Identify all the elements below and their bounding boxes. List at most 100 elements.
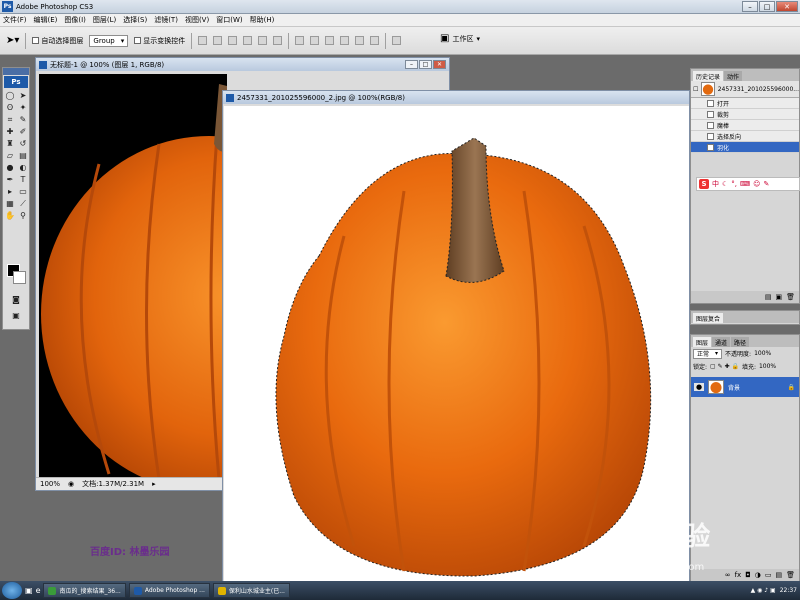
menu-help[interactable]: 帮助(H) — [250, 15, 275, 25]
zoom-level[interactable]: 100% — [40, 480, 60, 488]
eyedropper2-tool-icon[interactable]: ⟋ — [17, 198, 29, 209]
history-item[interactable]: 选择反向 — [691, 131, 799, 142]
ime-moon-icon[interactable]: ☾ — [722, 180, 728, 188]
distribute-left-icon[interactable] — [340, 36, 350, 45]
close-button[interactable]: ✕ — [433, 60, 446, 69]
auto-select-dropdown[interactable]: Group ▾ — [89, 34, 129, 47]
move-tool-icon[interactable]: ➤▾ — [6, 35, 19, 46]
folder-icon[interactable]: ▭ — [765, 571, 772, 579]
photoshop-logo-icon[interactable]: Ps — [4, 76, 28, 88]
history-snapshot[interactable]: ☐ 2457331_201025596000... — [691, 81, 799, 98]
menu-filter[interactable]: 滤镜(T) — [154, 15, 178, 25]
screen-mode-icon[interactable]: ▣ — [10, 310, 22, 321]
trash-icon[interactable]: 🗑 — [786, 293, 795, 301]
document-title-bar[interactable]: 无标题-1 @ 100% (图层 1, RGB/8) — [36, 58, 449, 71]
adjustment-icon[interactable]: ◑ — [755, 571, 761, 579]
document-title-bar[interactable]: 2457331_201025596000_2.jpg @ 100%(RGB/8) — [223, 91, 689, 104]
tab-paths[interactable]: 路径 — [731, 337, 750, 347]
clone-stamp-tool-icon[interactable]: ♜ — [4, 138, 16, 149]
gradient-tool-icon[interactable]: ▤ — [17, 150, 29, 161]
distribute-top-icon[interactable] — [295, 36, 305, 45]
lock-icons[interactable]: ▢ ✎ ✚ 🔒 — [710, 363, 739, 370]
history-item[interactable]: 裁剪 — [691, 109, 799, 120]
marquee-tool-icon[interactable]: ◯ — [4, 90, 16, 101]
menu-window[interactable]: 窗口(W) — [216, 15, 242, 25]
align-right-icon[interactable] — [273, 36, 283, 45]
auto-align-icon[interactable] — [392, 36, 402, 45]
opacity-value[interactable]: 100% — [754, 350, 771, 357]
maximize-button[interactable]: □ — [759, 1, 775, 12]
distribute-hcenter-icon[interactable] — [355, 36, 365, 45]
hand-tool-icon[interactable]: ✋ — [4, 210, 16, 221]
background-color-swatch[interactable] — [13, 271, 26, 284]
file-browser-icon[interactable]: ▣ — [440, 33, 449, 44]
align-bottom-icon[interactable] — [228, 36, 238, 45]
tab-history[interactable]: 历史记录 — [693, 71, 724, 81]
maximize-button[interactable]: □ — [419, 60, 432, 69]
brush-tool-icon[interactable]: ✐ — [17, 126, 29, 137]
ime-user-icon[interactable]: ☺ — [753, 180, 760, 188]
healing-tool-icon[interactable]: ✚ — [4, 126, 16, 137]
minimize-button[interactable]: – — [405, 60, 418, 69]
new-document-icon[interactable]: ▤ — [765, 293, 772, 301]
minimize-button[interactable]: – — [742, 1, 758, 12]
camera-icon[interactable]: ▣ — [775, 293, 782, 301]
align-hcenter-icon[interactable] — [258, 36, 268, 45]
auto-select-checkbox[interactable] — [32, 37, 40, 44]
history-brush-tool-icon[interactable]: ↺ — [17, 138, 29, 149]
status-menu-icon[interactable]: ▸ — [152, 480, 156, 488]
menu-edit[interactable]: 编辑(E) — [34, 15, 58, 25]
distribute-vcenter-icon[interactable] — [310, 36, 320, 45]
path-selection-tool-icon[interactable]: ▸ — [4, 186, 16, 197]
eye-icon[interactable]: ● — [694, 383, 704, 391]
lasso-tool-icon[interactable]: ʘ — [4, 102, 16, 113]
quicklaunch-explorer-icon[interactable]: ▣ — [25, 586, 33, 595]
quick-mask-icon[interactable]: ◙ — [10, 294, 22, 305]
align-vcenter-icon[interactable] — [213, 36, 223, 45]
quicklaunch-ie-icon[interactable]: e — [36, 586, 41, 595]
align-left-icon[interactable] — [243, 36, 253, 45]
type-tool-icon[interactable]: T — [17, 174, 29, 185]
document-canvas[interactable] — [39, 74, 227, 479]
toolbox-header[interactable] — [3, 68, 29, 75]
ime-tool-icon[interactable]: ✎ — [763, 180, 769, 188]
close-button[interactable]: ✕ — [776, 1, 798, 12]
history-item[interactable]: 魔棒 — [691, 120, 799, 131]
tray-icons[interactable]: ▲ ◉ ♪ ▣ — [751, 587, 776, 594]
eyedropper-tool-icon[interactable]: ✎ — [17, 114, 29, 125]
ime-mode[interactable]: 中 — [712, 179, 719, 189]
move-tool-icon[interactable]: ➤ — [17, 90, 29, 101]
start-button[interactable] — [2, 582, 22, 599]
ime-punct-icon[interactable]: °, — [731, 180, 737, 188]
distribute-bottom-icon[interactable] — [325, 36, 335, 45]
menu-select[interactable]: 选择(S) — [123, 15, 147, 25]
dodge-tool-icon[interactable]: ◐ — [17, 162, 29, 173]
tab-layer-comps[interactable]: 图层复合 — [693, 313, 724, 323]
pen-tool-icon[interactable]: ✒ — [4, 174, 16, 185]
checkbox-icon[interactable]: ☐ — [693, 86, 698, 93]
tab-actions[interactable]: 动作 — [724, 71, 743, 81]
shape-tool-icon[interactable]: ▭ — [17, 186, 29, 197]
taskbar-item-browser[interactable]: 南瓜的_搜索结果_36... — [43, 583, 126, 598]
fill-value[interactable]: 100% — [759, 363, 776, 370]
document-canvas[interactable] — [224, 106, 689, 582]
distribute-right-icon[interactable] — [370, 36, 380, 45]
layer-row-background[interactable]: ● 背景 🔒 — [691, 377, 799, 397]
show-transform-checkbox[interactable] — [134, 37, 142, 44]
sogou-logo-icon[interactable]: S — [699, 179, 709, 189]
crop-tool-icon[interactable]: ⌗ — [4, 114, 16, 125]
fx-icon[interactable]: fx — [735, 571, 742, 579]
history-item[interactable]: 打开 — [691, 98, 799, 109]
ime-keyboard-icon[interactable]: ⌨ — [740, 180, 750, 188]
tab-channels[interactable]: 通道 — [712, 337, 731, 347]
blur-tool-icon[interactable]: ● — [4, 162, 16, 173]
clock[interactable]: 22:37 — [780, 587, 797, 594]
tab-layers[interactable]: 图层 — [693, 337, 712, 347]
blend-mode-dropdown[interactable]: 正常 ▾ — [693, 348, 723, 359]
link-icon[interactable]: ∞ — [725, 571, 731, 579]
taskbar-item-qq[interactable]: 保利山水城业主(已... — [212, 583, 290, 598]
history-item-selected[interactable]: 羽化 — [691, 142, 799, 153]
zoom-tool-icon[interactable]: ⚲ — [17, 210, 29, 221]
menu-view[interactable]: 视图(V) — [185, 15, 209, 25]
workspace-label[interactable]: 工作区 — [452, 34, 473, 44]
